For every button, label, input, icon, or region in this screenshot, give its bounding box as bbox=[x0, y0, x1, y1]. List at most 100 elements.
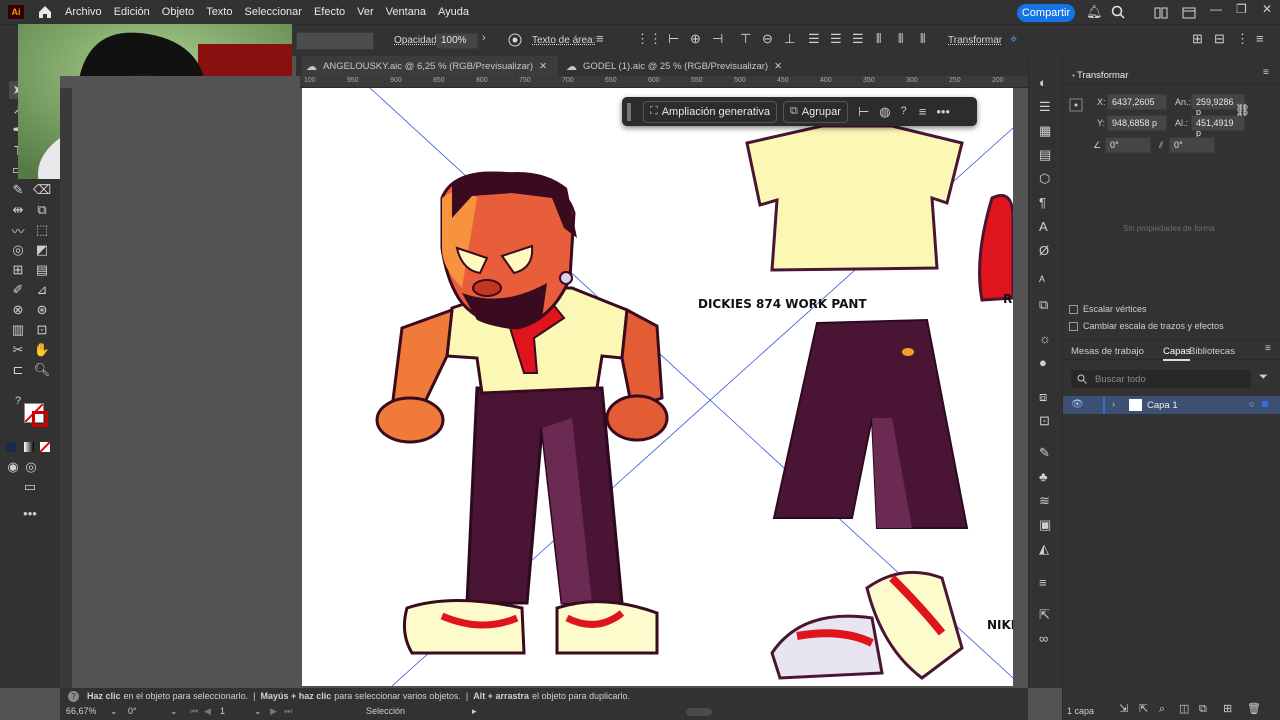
target-icon[interactable]: ○ bbox=[1249, 399, 1254, 409]
share-button[interactable]: Compartir bbox=[1017, 4, 1075, 22]
tab-godel[interactable]: ☁ GODEL (1).aic @ 25 % (RGB/Previsualiza… bbox=[562, 56, 792, 76]
distribute-center-icon[interactable]: ⫴ bbox=[898, 32, 903, 45]
paintbrush-tool-icon[interactable]: ✎ bbox=[9, 181, 27, 199]
control-menu-icon[interactable]: ≡ bbox=[1256, 32, 1264, 45]
delete-layer-icon[interactable]: 🗑︎ bbox=[1247, 704, 1261, 715]
arrange-documents-icon[interactable] bbox=[1154, 7, 1168, 19]
distribute-right-icon[interactable]: ⫴ bbox=[920, 32, 925, 45]
clipping-mask-icon[interactable]: ◫ bbox=[1179, 704, 1189, 715]
align-middle-v-icon[interactable]: ⊖ bbox=[762, 32, 773, 45]
transform-link[interactable]: Transformar bbox=[948, 35, 1002, 46]
symbol-sprayer-tool-icon[interactable]: ⊛ bbox=[33, 301, 51, 319]
layers-search[interactable]: Buscar todo bbox=[1071, 370, 1251, 388]
tab-artboards[interactable]: Mesas de trabajo bbox=[1071, 346, 1144, 357]
eyedropper-tool-icon[interactable]: ✐ bbox=[9, 281, 27, 299]
live-paint-tool-icon[interactable]: ◩ bbox=[33, 241, 51, 259]
transform-panel-icon[interactable]: ⊡ bbox=[1039, 414, 1050, 427]
x-field[interactable]: 6437,2605 bbox=[1107, 94, 1167, 110]
group-button[interactable]: ⧉ Agrupar bbox=[782, 100, 848, 123]
menu-objeto[interactable]: Objeto bbox=[161, 6, 195, 18]
warp-tool-icon[interactable]: 〰 bbox=[9, 221, 27, 239]
tab-angelousky[interactable]: ☁ ANGELOUSKY.aic @ 6,25 % (RGB/Previsual… bbox=[302, 56, 558, 76]
opacity-label[interactable]: Opacidad: bbox=[394, 35, 440, 46]
collapse-icon[interactable]: ▪ bbox=[1072, 71, 1075, 80]
mesh-tool-icon[interactable]: ⊞ bbox=[9, 261, 27, 279]
eraser-tool-icon[interactable]: ⌫ bbox=[33, 181, 51, 199]
align-panel-icon[interactable]: ≡ bbox=[1039, 576, 1047, 589]
distribute-top-icon[interactable]: ☰ bbox=[808, 32, 820, 45]
prev-artboard-icon[interactable]: ◀ bbox=[204, 706, 211, 719]
asset-export-icon[interactable]: ⧉ bbox=[1039, 298, 1048, 311]
scale-strokes-checkbox[interactable] bbox=[1069, 322, 1078, 332]
free-transform-tool-icon[interactable]: ⬚ bbox=[33, 221, 51, 239]
gradient-mode-icon[interactable] bbox=[24, 442, 34, 452]
export-icon[interactable]: ⇱ bbox=[1139, 704, 1148, 715]
status-menu-icon[interactable]: ▸ bbox=[472, 706, 477, 719]
help-icon[interactable]: ? bbox=[901, 106, 907, 117]
tab-close-icon[interactable]: ✕ bbox=[774, 61, 782, 72]
stroke-swatch[interactable] bbox=[32, 411, 48, 427]
vertical-ruler[interactable] bbox=[60, 88, 72, 688]
pathfinder-panel-icon[interactable]: ⧈ bbox=[1039, 390, 1047, 403]
gradient-panel-icon[interactable]: ▣ bbox=[1039, 518, 1051, 531]
align-text-icon[interactable]: ≡ bbox=[596, 32, 604, 45]
shear-field[interactable]: 0° bbox=[1169, 137, 1215, 153]
links-panel-icon[interactable]: ∞ bbox=[1039, 632, 1048, 645]
locate-object-icon[interactable]: ⌕ bbox=[1159, 704, 1165, 715]
first-artboard-icon[interactable]: ⏮ bbox=[190, 706, 198, 719]
style-swatch[interactable] bbox=[296, 32, 374, 50]
slice-tool-icon[interactable]: ✂ bbox=[9, 341, 27, 359]
appearance-panel-icon[interactable]: ☼ bbox=[1039, 332, 1051, 345]
scale-corners-option[interactable]: Escalar vértices bbox=[1069, 304, 1147, 315]
none-mode-icon[interactable] bbox=[39, 441, 51, 453]
zoom-tool-icon[interactable]: 🔍︎ bbox=[33, 361, 51, 379]
artboard[interactable]: DICKIES 874 WORK PANT NIKE RE bbox=[302, 88, 1013, 686]
menu-texto[interactable]: Texto bbox=[205, 6, 233, 18]
menu-edicion[interactable]: Edición bbox=[113, 6, 151, 18]
zoom-dropdown-icon[interactable]: ⌄ bbox=[110, 706, 118, 719]
new-sublayer-icon[interactable]: ⧉ bbox=[1199, 704, 1207, 715]
expand-chevron-icon[interactable]: › bbox=[1112, 399, 1115, 409]
chevron-right-icon[interactable]: › bbox=[482, 33, 486, 44]
blend-tool-icon[interactable]: ⊗ bbox=[9, 301, 27, 319]
layer-name[interactable]: Capa 1 bbox=[1147, 400, 1178, 411]
align-panel-icon[interactable]: ⊟ bbox=[1214, 32, 1225, 45]
arrange-icon[interactable]: ⊞ bbox=[1192, 32, 1203, 45]
minimize-icon[interactable]: — bbox=[1210, 3, 1222, 15]
new-layer-icon[interactable]: ⊞ bbox=[1223, 704, 1232, 715]
menu-archivo[interactable]: Archivo bbox=[64, 6, 103, 18]
horizontal-scrollbar[interactable] bbox=[686, 708, 712, 716]
artboard-tool-icon[interactable]: ⊡ bbox=[33, 321, 51, 339]
stroke-panel-icon[interactable]: ≋ bbox=[1039, 494, 1050, 507]
brushes-panel-icon[interactable]: ✎ bbox=[1039, 446, 1050, 459]
draw-behind-icon[interactable]: ◎ bbox=[22, 458, 40, 476]
rotation-field[interactable]: 0° bbox=[128, 706, 137, 719]
menu-ver[interactable]: Ver bbox=[356, 6, 375, 18]
artboard-dropdown-icon[interactable]: ⌄ bbox=[254, 706, 262, 719]
distribute-middle-icon[interactable]: ☰ bbox=[830, 32, 842, 45]
menu-seleccionar[interactable]: Seleccionar bbox=[243, 6, 302, 18]
text-area-label[interactable]: Texto de área: bbox=[532, 35, 595, 46]
measure-tool-icon[interactable]: ⊿ bbox=[33, 281, 51, 299]
align-options-icon[interactable]: ⊢ bbox=[858, 105, 869, 118]
height-field[interactable]: 451,4919 p bbox=[1191, 115, 1245, 138]
screen-mode-icon[interactable]: ▭ bbox=[21, 478, 39, 496]
bell-icon[interactable]: 🔔︎ bbox=[1086, 5, 1103, 18]
search-icon[interactable] bbox=[1111, 5, 1125, 19]
more-tools-icon[interactable]: ••• bbox=[21, 504, 39, 522]
graphic-styles-icon[interactable]: ● bbox=[1039, 356, 1047, 369]
tab-layers[interactable]: Capas bbox=[1163, 346, 1191, 361]
export-icon[interactable]: ⇱ bbox=[1039, 608, 1050, 621]
distribute-panel-icon[interactable]: ⋮ bbox=[1236, 32, 1249, 45]
draw-normal-icon[interactable]: ◉ bbox=[4, 458, 22, 476]
menu-ayuda[interactable]: Ayuda bbox=[437, 6, 470, 18]
more-icon[interactable]: ••• bbox=[936, 105, 950, 118]
horizontal-ruler[interactable]: 100 950 900 850 800 750 700 650 600 550 500 450 400 3… bbox=[300, 76, 1028, 88]
generative-expand-button[interactable]: ⛶ Ampliación generativa bbox=[643, 100, 777, 123]
filter-icon[interactable]: ⏷ bbox=[1259, 372, 1268, 383]
menu-ventana[interactable]: Ventana bbox=[385, 6, 427, 18]
artboard-number-field[interactable]: 1 bbox=[220, 706, 225, 719]
close-icon[interactable]: ✕ bbox=[1262, 3, 1272, 15]
menu-efecto[interactable]: Efecto bbox=[313, 6, 346, 18]
layer-row[interactable]: 👁︎ › Capa 1 ○ bbox=[1063, 396, 1280, 414]
